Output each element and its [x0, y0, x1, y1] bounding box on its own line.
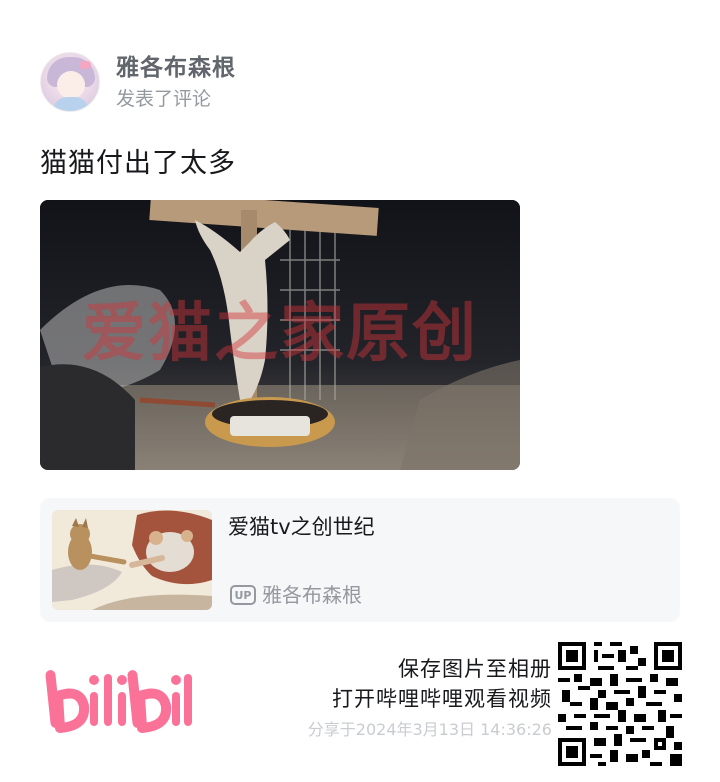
bilibili-logo-icon	[45, 670, 192, 733]
uploader-name: 雅各布森根	[262, 583, 362, 607]
author-avatar[interactable]	[40, 52, 100, 112]
share-cta: 保存图片至相册 打开哔哩哔哩观看视频 分享于2024年3月13日 14:36:2…	[308, 654, 552, 742]
qr-code[interactable]	[558, 642, 682, 766]
cta-save-image: 保存图片至相册	[398, 657, 552, 681]
up-badge-icon: UP	[230, 585, 256, 605]
thumbnail-image	[52, 510, 212, 610]
share-footer: 保存图片至相册 打开哔哩哔哩观看视频 分享于2024年3月13日 14:36:2…	[0, 634, 720, 782]
video-title[interactable]: 爱猫tv之创世纪	[228, 512, 375, 542]
photo-scene: 爱猫之家原创	[40, 200, 520, 470]
video-card[interactable]: 爱猫tv之创世纪 UP 雅各布森根	[40, 498, 680, 622]
author-info: 雅各布森根 发表了评论	[116, 53, 236, 111]
comment-text: 猫猫付出了太多	[40, 148, 236, 179]
author-action: 发表了评论	[116, 88, 212, 110]
author-name[interactable]: 雅各布森根	[116, 53, 236, 83]
share-timestamp: 分享于2024年3月13日 14:36:26	[307, 720, 552, 739]
comment-image[interactable]: 爱猫之家原创	[40, 200, 520, 470]
bilibili-logo	[44, 666, 194, 740]
photo-watermark: 爱猫之家原创	[82, 297, 478, 371]
qr-code-icon	[558, 642, 682, 766]
video-thumbnail[interactable]	[52, 510, 212, 610]
video-uploader[interactable]: UP 雅各布森根	[230, 582, 362, 608]
cta-open-app: 打开哔哩哔哩观看视频	[332, 687, 552, 711]
comment-header: 雅各布森根 发表了评论	[40, 50, 236, 114]
